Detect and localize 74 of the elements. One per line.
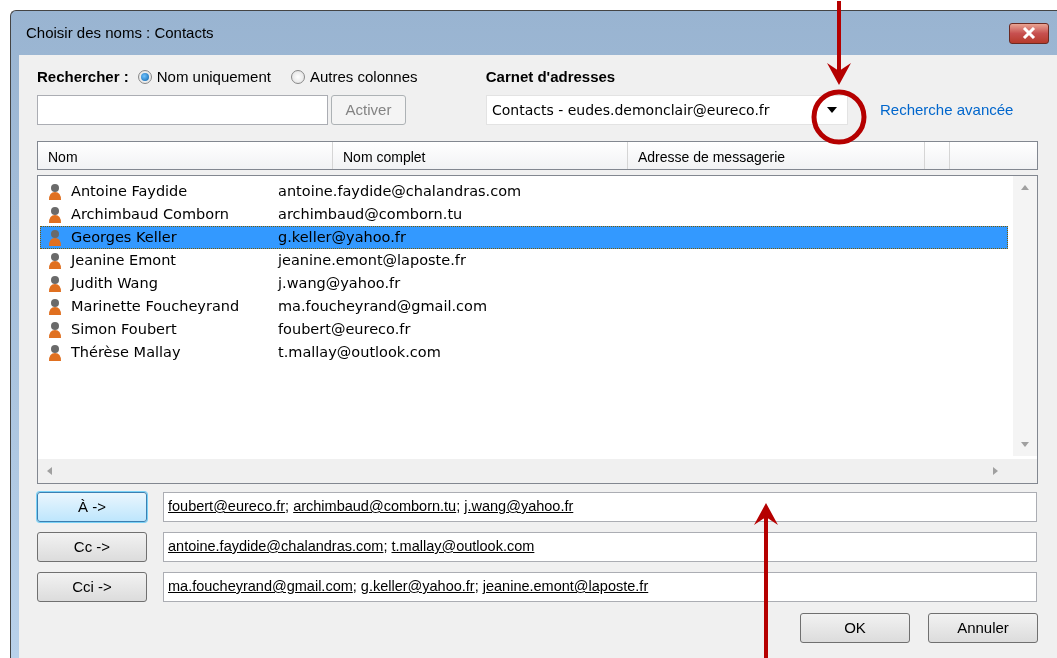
contact-name: Simon Foubert xyxy=(71,319,178,339)
radio-button[interactable] xyxy=(290,70,305,84)
contact-email: t.mallay@outlook.com xyxy=(278,342,441,362)
contact-name: Georges Keller xyxy=(71,227,178,247)
close-icon xyxy=(1021,27,1037,39)
recipient-address[interactable]: archimbaud@comborn.tu xyxy=(293,498,457,514)
scroll-right-icon[interactable] xyxy=(993,467,998,475)
radio-button[interactable] xyxy=(137,70,152,84)
contact-row[interactable]: Simon Foubert foubert@eureco.fr xyxy=(40,318,1008,341)
contact-email: jeanine.emont@laposte.fr xyxy=(278,250,466,270)
search-field[interactable] xyxy=(37,95,328,125)
address-book-label: Carnet d'adresses xyxy=(485,66,616,87)
separator: ; xyxy=(474,578,479,594)
close-button[interactable] xyxy=(1009,22,1049,44)
horizontal-scrollbar[interactable] xyxy=(38,459,1037,483)
column-header[interactable]: Nom complet xyxy=(333,142,628,169)
contact-email: antoine.faydide@chalandras.com xyxy=(278,181,522,201)
contact-row[interactable]: Jeanine Emont jeanine.emont@laposte.fr xyxy=(40,249,1008,272)
column-header[interactable]: Nom xyxy=(38,142,333,169)
column-header[interactable]: Adresse de messagerie xyxy=(628,142,925,169)
recipient-address[interactable]: g.keller@yahoo.fr xyxy=(360,578,475,594)
recipient-address[interactable]: j.wang@yahoo.fr xyxy=(464,498,574,514)
contact-name: Archimbaud Comborn xyxy=(71,204,231,224)
separator: ; xyxy=(352,578,357,594)
radio-label[interactable]: Nom uniquement xyxy=(156,65,271,89)
person-icon xyxy=(48,252,62,269)
contact-row[interactable]: Archimbaud Comborn archimbaud@comborn.tu xyxy=(40,203,1008,226)
person-icon xyxy=(48,321,62,338)
window-title: Choisir des noms : Contacts xyxy=(26,22,214,43)
recipient-button[interactable]: Cc -> xyxy=(37,532,147,562)
dialog-button[interactable]: Annuler xyxy=(928,613,1038,643)
contact-email: archimbaud@comborn.tu xyxy=(278,204,463,224)
recipient-field[interactable]: foubert@eureco.fr; archimbaud@comborn.tu; j.wang@yahoo.fr xyxy=(163,492,1037,522)
radio-label[interactable]: Autres colonnes xyxy=(309,65,418,89)
contact-row[interactable]: Judith Wang j.wang@yahoo.fr xyxy=(40,272,1008,295)
advanced-search-link[interactable]: Recherche avancée xyxy=(880,98,1014,122)
search-label: Rechercher : xyxy=(37,66,129,87)
person-icon xyxy=(48,229,62,246)
contact-name: Judith Wang xyxy=(71,273,159,293)
contact-email: foubert@eureco.fr xyxy=(278,319,411,339)
recipient-address[interactable]: t.mallay@outlook.com xyxy=(391,538,535,554)
separator: ; xyxy=(285,498,290,514)
contact-name: Thérèse Mallay xyxy=(71,342,182,362)
circle-annotation xyxy=(811,88,869,146)
person-icon xyxy=(48,183,62,200)
contact-name: Antoine Faydide xyxy=(71,181,189,201)
contact-email: ma.foucheyrand@gmail.com xyxy=(278,296,488,316)
vertical-scrollbar[interactable] xyxy=(1013,176,1037,456)
contact-name: Jeanine Emont xyxy=(71,250,178,270)
person-icon xyxy=(48,206,62,223)
recipient-address[interactable]: jeanine.emont@laposte.fr xyxy=(482,578,649,594)
person-icon xyxy=(48,275,62,292)
recipient-address[interactable]: antoine.faydide@chalandras.com xyxy=(168,538,384,554)
contact-name: Marinette Foucheyrand xyxy=(71,296,241,316)
scroll-left-icon[interactable] xyxy=(47,467,52,475)
recipient-field[interactable]: ma.foucheyrand@gmail.com; g.keller@yahoo.fr; jeanine.emont@laposte.fr xyxy=(163,572,1037,602)
person-icon xyxy=(48,298,62,315)
recipient-address[interactable]: ma.foucheyrand@gmail.com xyxy=(168,578,353,594)
contact-row[interactable]: Antoine Faydide antoine.faydide@chalandras.com xyxy=(40,180,1008,203)
contact-row[interactable]: Thérèse Mallay t.mallay@outlook.com xyxy=(40,341,1008,364)
contact-row[interactable]: Georges Keller g.keller@yahoo.fr xyxy=(40,226,1008,249)
scroll-down-icon[interactable] xyxy=(1021,442,1029,447)
scroll-up-icon[interactable] xyxy=(1021,185,1029,190)
recipient-button[interactable]: Cci -> xyxy=(37,572,147,602)
recipient-button[interactable]: À -> xyxy=(37,492,147,522)
separator: ; xyxy=(383,538,388,554)
contact-email: g.keller@yahoo.fr xyxy=(278,227,406,247)
person-icon xyxy=(48,344,62,361)
address-book-dropdown[interactable]: Contacts - eudes.demonclair@eureco.fr xyxy=(486,95,848,125)
contact-email: j.wang@yahoo.fr xyxy=(278,273,401,293)
contact-row[interactable]: Marinette Foucheyrand ma.foucheyrand@gmail.com xyxy=(40,295,1008,318)
separator: ; xyxy=(456,498,461,514)
dialog-button[interactable]: OK xyxy=(800,613,910,643)
recipient-field[interactable]: antoine.faydide@chalandras.com; t.mallay@outlook.com xyxy=(163,532,1037,562)
